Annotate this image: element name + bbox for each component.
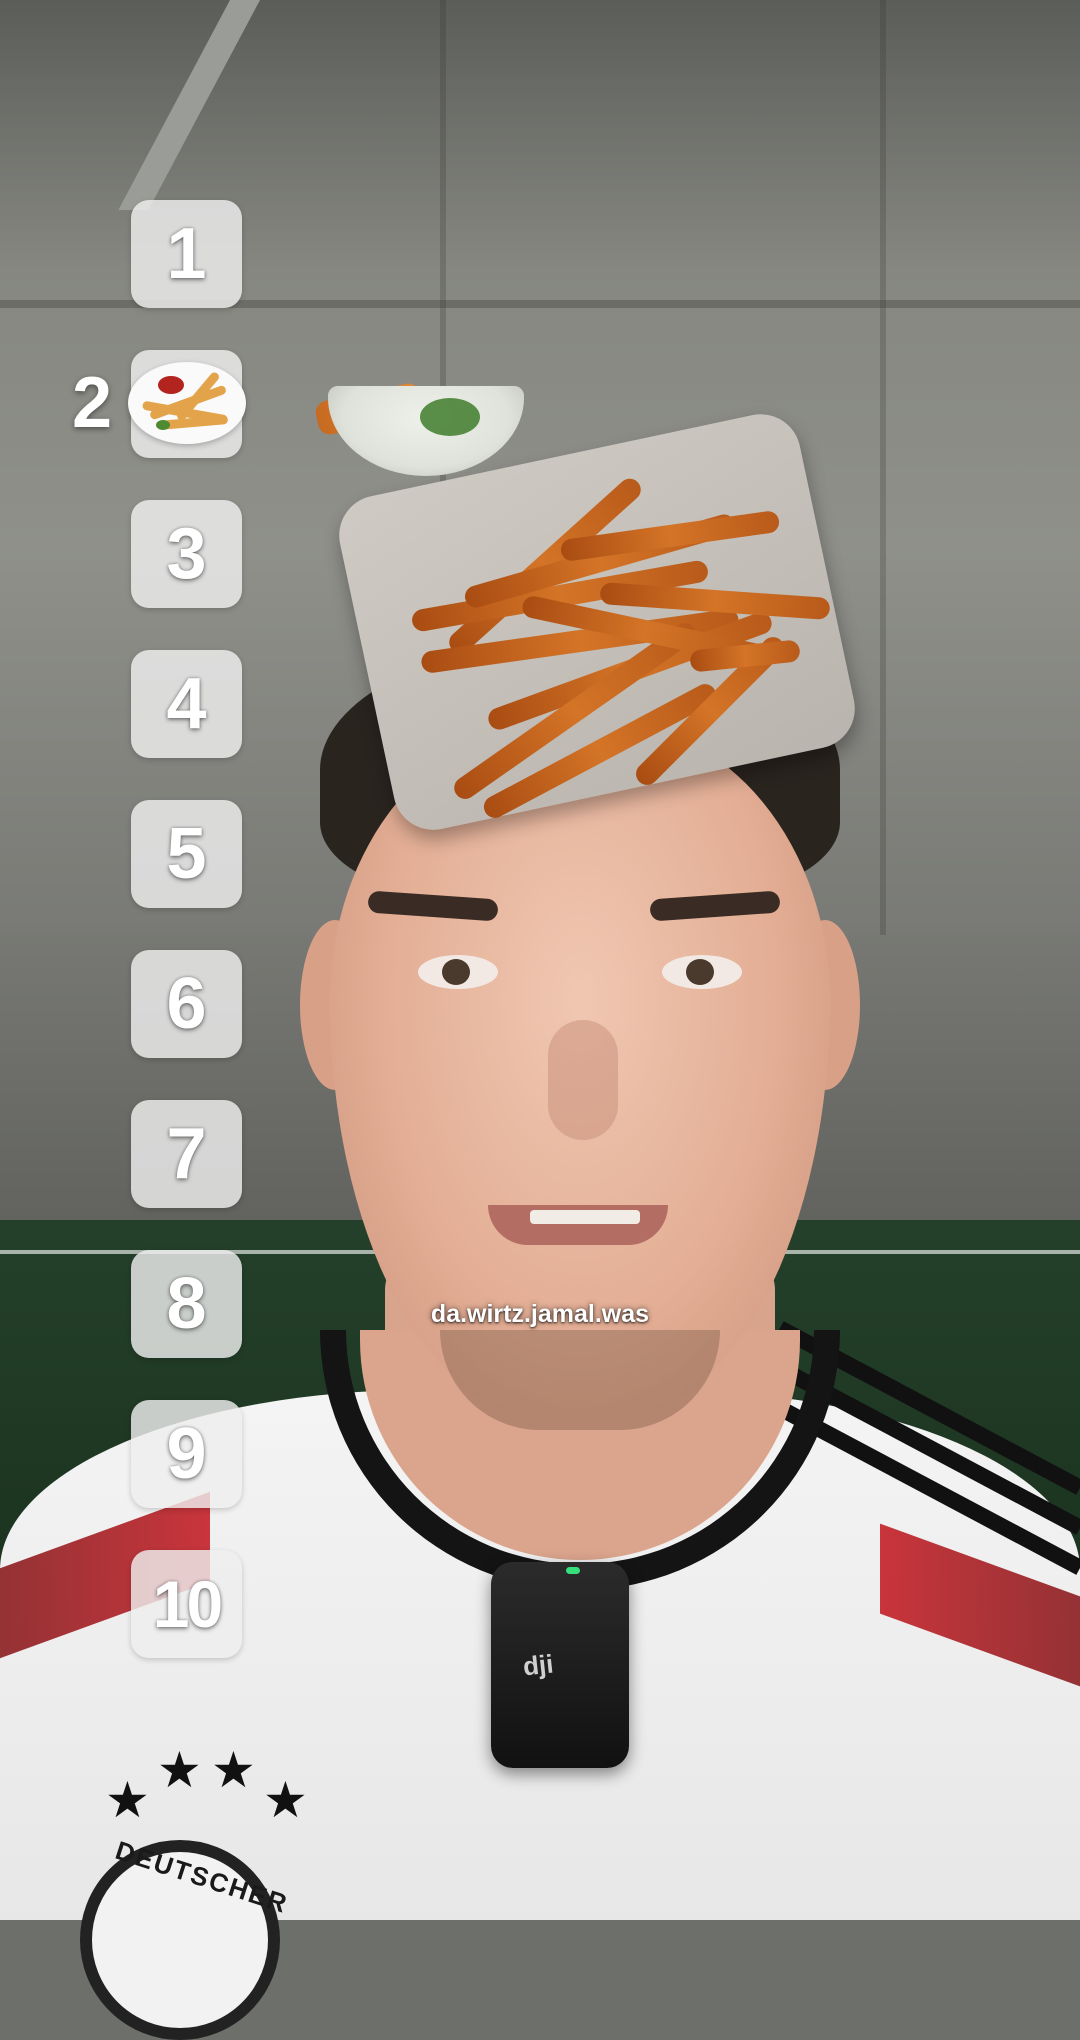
rank-number: 7 [166,1114,207,1194]
left-eye [418,955,498,989]
rank-slot-3[interactable]: 3 [131,500,242,608]
rank-number: 10 [152,1567,223,1641]
rank-number: 6 [166,964,207,1044]
dip-herbs [420,398,480,436]
rank-number: 1 [166,214,207,294]
rank-slot-9[interactable]: 9 [131,1400,242,1508]
rank-slot-4[interactable]: 4 [131,650,242,758]
mic-status-led [566,1567,580,1574]
rank-number: 9 [166,1414,207,1494]
nose [548,1020,618,1140]
rank-slot-10[interactable]: 10 [131,1550,242,1658]
username-watermark: da.wirtz.jamal.was [430,1300,650,1328]
fries-plate-icon [128,362,246,444]
teeth [530,1210,640,1224]
rank-slot-7[interactable]: 7 [131,1100,242,1208]
rank-number: 4 [166,664,207,744]
rank-slot-1[interactable]: 1 [131,200,242,308]
rank-slot-6[interactable]: 6 [131,950,242,1058]
rank-slot-5[interactable]: 5 [131,800,242,908]
mic-brand-logo: dji [521,1648,555,1682]
clip-microphone [491,1562,629,1768]
right-eye [662,955,742,989]
rank-number: 5 [166,814,207,894]
rank-number: 2 [72,363,113,443]
rank-number: 3 [166,514,207,594]
